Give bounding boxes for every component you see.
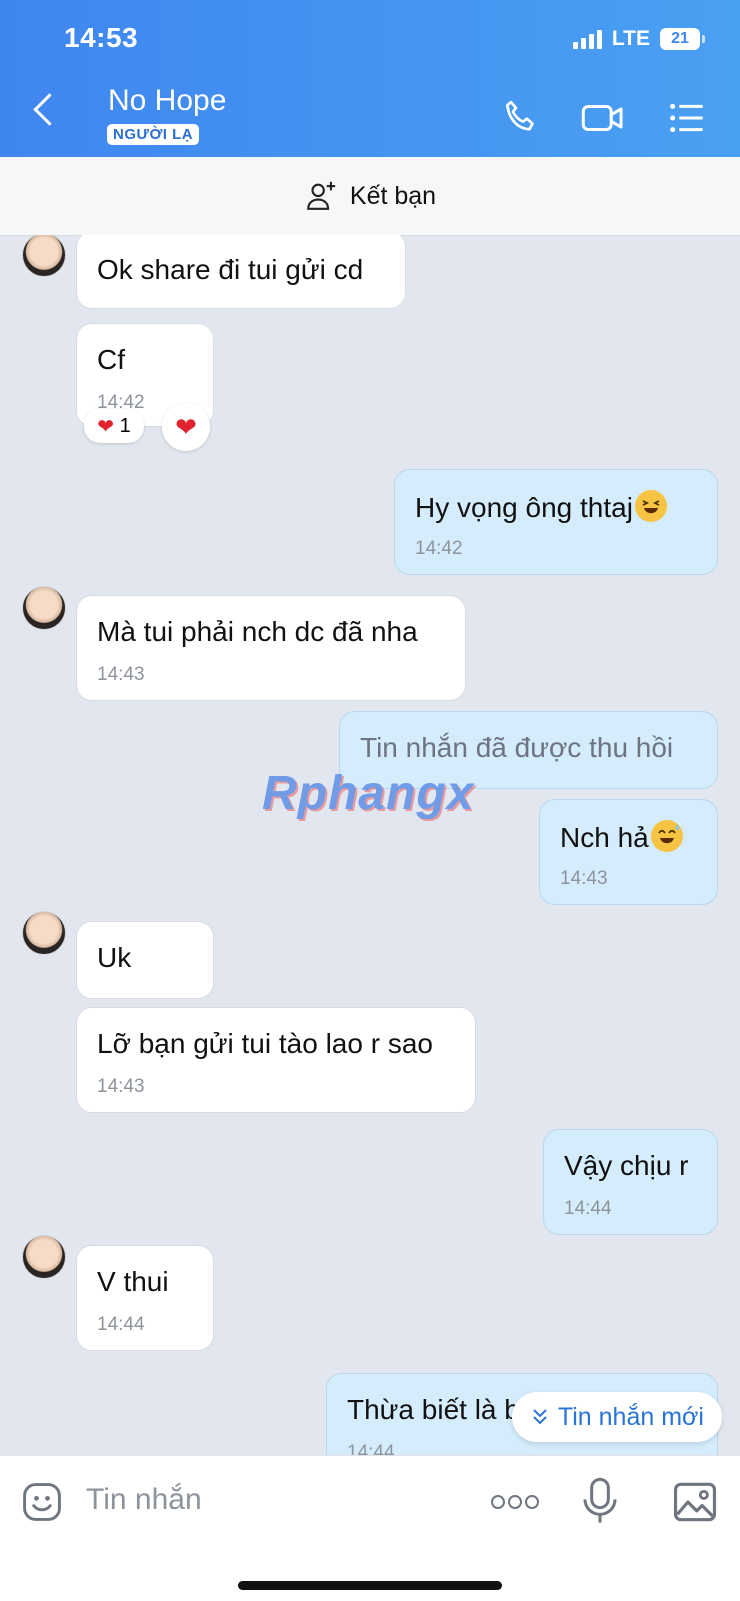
- message-time: 14:44: [564, 1198, 612, 1219]
- signal-icon: [572, 29, 602, 49]
- status-indicators: LTE 21: [572, 27, 705, 51]
- message-time: 14:44: [97, 1314, 145, 1335]
- add-friend-label: Kết bạn: [349, 181, 437, 210]
- message-input-bar: Tin nhắn: [0, 1455, 740, 1601]
- avatar[interactable]: [22, 911, 66, 955]
- contact-name[interactable]: No Hope: [108, 84, 226, 118]
- image-icon[interactable]: [672, 1480, 718, 1524]
- avatar[interactable]: [22, 1235, 66, 1279]
- message-bubble[interactable]: Mà tui phải nch dc đã nha 14:43: [76, 595, 466, 701]
- reaction-summary[interactable]: ❤ 1: [84, 409, 144, 443]
- message-bubble[interactable]: Nch hả 14:43: [539, 799, 718, 905]
- message-bubble[interactable]: Ok share đi tui gửi cd: [76, 235, 406, 309]
- heart-react-button[interactable]: ❤: [162, 403, 210, 451]
- network-type: LTE: [611, 27, 650, 50]
- message-bubble[interactable]: V thui 14:44: [76, 1245, 214, 1351]
- sweat-smile-emoji-icon: [650, 820, 683, 852]
- message-text: Thừa biết là b: [347, 1394, 520, 1425]
- stranger-badge: NGƯỜI LẠ: [107, 124, 200, 145]
- home-indicator[interactable]: [238, 1581, 502, 1590]
- new-messages-button[interactable]: Tin nhắn mới: [511, 1392, 722, 1442]
- add-friend-button[interactable]: Kết bạn: [0, 157, 740, 236]
- message-text-row: Hy vọng ông thtaj: [415, 490, 667, 524]
- message-text: Tin nhắn đã được thu hồi: [360, 732, 674, 763]
- message-bubble[interactable]: Lỡ bạn gửi tui tào lao r sao 14:43: [76, 1007, 476, 1113]
- message-time: 14:42: [415, 538, 463, 559]
- message-text: Vậy chịu r: [564, 1150, 689, 1181]
- back-icon[interactable]: [33, 93, 66, 126]
- add-person-icon: [307, 181, 336, 210]
- message-bubble[interactable]: Vậy chịu r 14:44: [543, 1129, 718, 1235]
- new-messages-label: Tin nhắn mới: [557, 1402, 704, 1431]
- message-time: 14:43: [97, 664, 145, 685]
- chat-header: 14:53 LTE 21 No Hope NGƯỜI LẠ: [0, 0, 740, 157]
- message-text: V thui: [97, 1266, 169, 1297]
- message-text: Nch hả: [560, 822, 649, 853]
- battery-level: 21: [671, 30, 689, 47]
- message-text-row: Nch hả: [560, 820, 683, 854]
- message-text: Hy vọng ông thtaj: [415, 492, 633, 523]
- avatar[interactable]: [22, 586, 66, 630]
- message-text: Ok share đi tui gửi cd: [97, 254, 364, 285]
- message-text: Lỡ bạn gửi tui tào lao r sao: [97, 1028, 433, 1059]
- message-input[interactable]: Tin nhắn: [86, 1483, 202, 1517]
- message-time: 14:43: [97, 1076, 145, 1097]
- reaction-count: 1: [119, 414, 131, 437]
- sticker-icon[interactable]: [20, 1480, 64, 1524]
- microphone-icon[interactable]: [580, 1476, 620, 1526]
- video-call-icon[interactable]: [580, 98, 626, 138]
- heart-icon: ❤: [97, 415, 115, 438]
- message-time: 14:44: [347, 1442, 395, 1455]
- message-bubble[interactable]: Uk: [76, 921, 214, 999]
- message-bubble[interactable]: Hy vọng ông thtaj 14:42: [394, 469, 718, 575]
- battery-icon: 21: [660, 28, 705, 50]
- watermark: Rphangx: [262, 767, 475, 820]
- message-text: Mà tui phải nch dc đã nha: [97, 616, 418, 647]
- menu-icon[interactable]: [666, 98, 706, 138]
- laughing-emoji-icon: [634, 490, 667, 522]
- phone-icon[interactable]: [500, 98, 540, 138]
- status-time: 14:53: [64, 22, 139, 53]
- double-chevron-down-icon: [533, 1409, 547, 1425]
- avatar[interactable]: [22, 235, 66, 277]
- message-time: 14:43: [560, 868, 608, 889]
- message-list[interactable]: Ok share đi tui gửi cd Cf 14:42 ❤ 1 ❤ Hy…: [0, 235, 740, 1455]
- more-icon[interactable]: [490, 1494, 540, 1510]
- message-text: Uk: [97, 942, 132, 973]
- message-text: Cf: [97, 344, 125, 375]
